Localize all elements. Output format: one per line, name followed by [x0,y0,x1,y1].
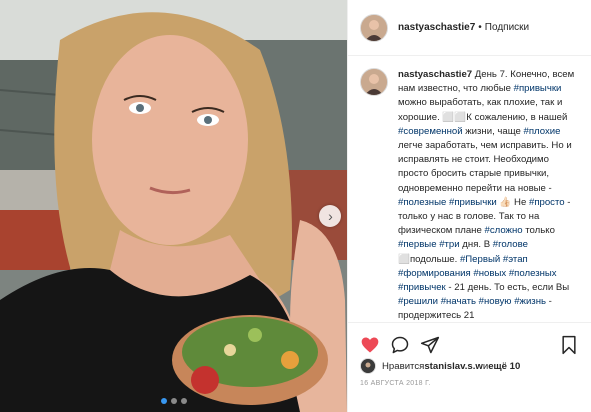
caption-username[interactable]: nastyaschastie7 [398,69,472,80]
follow-status-button[interactable]: Подписки [485,22,529,33]
hashtag-link[interactable]: #сложно [484,225,522,236]
caption-text-segment: 👍🏻 Не [496,196,529,208]
share-icon [420,336,440,353]
avatar[interactable] [360,68,388,96]
caption-text-segment: легче заработать, чем исправить. Но и ис… [398,140,572,194]
hashtag-link[interactable]: #просто [529,197,565,208]
hashtag-link[interactable]: #современной [398,126,463,137]
hashtag-link[interactable]: #жизнь [514,296,546,307]
hashtag-link[interactable]: #этап [503,254,528,265]
hashtag-link[interactable]: #полезные [398,197,446,208]
caption-text-segment: дня. В [459,239,493,251]
hashtag-link[interactable]: #полезных [509,268,557,279]
carousel-dot [170,398,177,404]
hashtag-link[interactable]: #новую [479,296,512,307]
carousel-dot [180,398,187,404]
caption-text: nastyaschastie7 День 7. Конечно, всем на… [398,68,581,322]
post-side-panel: nastyaschastie7 • Подписки nastyaschasti… [347,0,591,412]
caption-comment: nastyaschastie7 День 7. Конечно, всем на… [360,68,581,322]
header-separator: • [478,22,482,33]
hashtag-link[interactable]: #привычки [449,197,497,208]
like-button[interactable] [358,333,382,357]
avatar[interactable] [360,13,388,42]
photo-image [0,0,347,412]
carousel-dot [160,398,167,404]
hashtag-link[interactable]: #привычки [514,83,562,94]
likes-prefix: Нравится [382,360,425,372]
caption-text-segment: жизни, чаще [462,125,524,137]
hashtag-link[interactable]: #три [439,239,459,250]
liker-username[interactable]: stanislav.s.w [424,361,482,372]
likes-summary: Нравится stanislav.s.w и ещё 10 [360,356,581,376]
comment-icon [391,336,409,353]
username-link[interactable]: nastyaschastie7 [398,22,475,33]
heart-icon [361,337,379,352]
likes-others[interactable]: ещё 10 [488,361,520,372]
hashtag-link[interactable]: #формирования [398,268,471,279]
caption-text-segment: ⬜подольше. [398,253,460,265]
liker-avatar[interactable] [360,358,376,374]
caption-text-segment: можно выработать, как плохие, так и хоро… [398,97,568,123]
hashtag-link[interactable]: #привычек [398,282,446,293]
comment-button[interactable] [388,333,412,357]
post-date: 16 АВГУСТА 2018 Г. [360,380,431,387]
bookmark-icon [562,335,576,354]
carousel-next-button[interactable]: › [319,205,341,227]
caption-text-segment: только [522,225,555,237]
hashtag-link[interactable]: #первые [398,239,437,250]
share-button[interactable] [418,333,442,357]
save-button[interactable] [557,333,581,357]
carousel-indicator [0,398,347,404]
chevron-right-icon: › [328,208,333,224]
hashtag-link[interactable]: #голове [493,239,528,250]
hashtag-link[interactable]: #плохие [524,126,561,137]
comments-area[interactable]: nastyaschastie7 День 7. Конечно, всем на… [348,56,591,322]
hashtag-link[interactable]: #Первый [460,254,500,265]
caption-text-segment: - 21 день. То есть, если Вы [445,282,570,294]
hashtag-link[interactable]: #начать [441,296,476,307]
post-photo[interactable]: › [0,0,347,412]
hashtag-link[interactable]: #новых [473,268,506,279]
post-header: nastyaschastie7 • Подписки [348,0,591,56]
hashtag-link[interactable]: #решили [398,296,438,307]
